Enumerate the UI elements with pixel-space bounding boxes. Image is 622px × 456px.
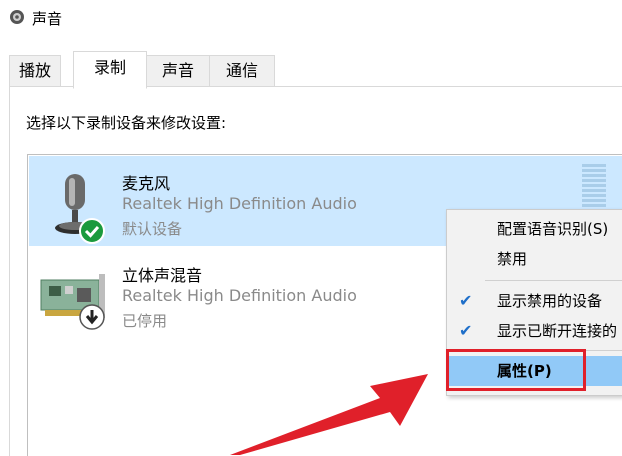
tab-communications[interactable]: 通信 [209,55,275,86]
speaker-icon [10,10,24,24]
annotation-arrow [230,374,428,455]
menu-item-configure-speech[interactable]: 配置语音识别(S) [447,214,622,244]
device-description: Realtek High Definition Audio [122,194,357,213]
device-name: 立体声混音 [122,266,203,285]
menu-item-show-disabled-devices[interactable]: ✔ 显示禁用的设备 [447,286,622,316]
annotation-highlight-box [446,349,586,391]
device-status: 默认设备 [122,220,183,238]
title-bar: 声音 [0,0,622,36]
menu-item-disable[interactable]: 禁用 [447,244,622,274]
check-icon: ✔ [459,291,473,310]
tab-sounds[interactable]: 声音 [145,55,211,86]
window-title: 声音 [32,10,63,28]
default-check-icon [79,218,105,244]
tab-playback[interactable]: 播放 [9,55,61,86]
instruction-text: 选择以下录制设备来修改设置: [26,114,227,132]
menu-item-show-disconnected-devices[interactable]: ✔ 显示已断开连接的 [447,316,622,346]
device-name: 麦克风 [122,174,171,193]
device-description: Realtek High Definition Audio [122,286,357,305]
menu-separator [485,280,622,281]
check-icon: ✔ [459,321,473,340]
device-status: 已停用 [122,312,168,330]
tab-recording[interactable]: 录制 [73,51,147,89]
disabled-arrow-icon [79,304,105,330]
